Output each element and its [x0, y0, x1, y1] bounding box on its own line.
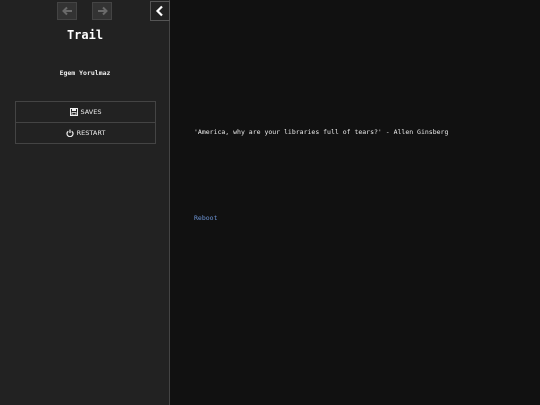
saves-label: SAVES [80, 108, 102, 116]
saves-button[interactable]: SAVES [16, 102, 155, 122]
reboot-link[interactable]: Reboot [194, 214, 217, 222]
floppy-disk-icon [69, 108, 78, 116]
story-title: Trail [66, 28, 104, 42]
chevron-left-icon [155, 5, 163, 17]
restart-label: RESTART [76, 129, 106, 137]
passage-quote: 'America, why are your libraries full of… [194, 128, 449, 136]
arrow-left-icon [61, 6, 72, 16]
sidebar-toggle-button[interactable] [150, 1, 170, 21]
restart-button[interactable]: RESTART [16, 122, 155, 143]
power-icon [66, 129, 74, 137]
history-forward-button[interactable] [92, 2, 112, 20]
ui-bar: Trail Egem Yorulmaz SAVES RESTART [0, 0, 170, 405]
story-author: Egem Yorulmaz [59, 69, 111, 77]
arrow-right-icon [97, 6, 108, 16]
passage: 'America, why are your libraries full of… [194, 128, 514, 136]
history-back-button[interactable] [57, 2, 77, 20]
story-menu: SAVES RESTART [15, 101, 156, 144]
